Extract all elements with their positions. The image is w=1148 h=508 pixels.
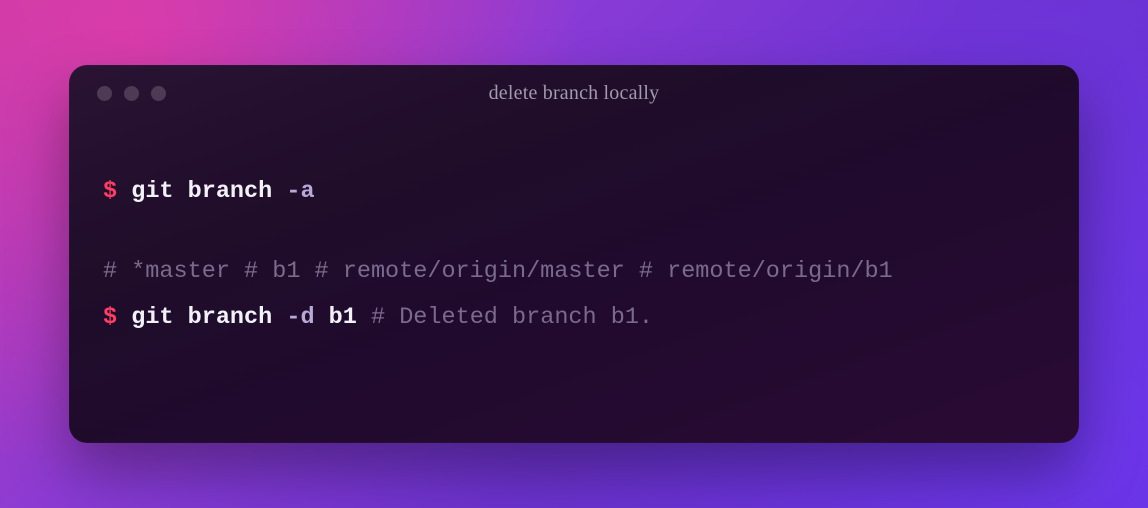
spacer (103, 215, 1045, 249)
window-title: delete branch locally (69, 82, 1079, 105)
terminal-line: $ git branch -a (103, 169, 1045, 215)
command-arg: b1 (315, 304, 357, 331)
terminal-window: delete branch locally $ git branch -a # … (69, 65, 1079, 443)
inline-comment: # Deleted branch b1. (357, 304, 653, 331)
minimize-icon[interactable] (124, 86, 139, 101)
command-text: git branch (131, 178, 286, 205)
background: delete branch locally $ git branch -a # … (0, 0, 1148, 508)
command-flag: -a (286, 178, 314, 205)
traffic-lights (97, 86, 166, 101)
maximize-icon[interactable] (151, 86, 166, 101)
titlebar: delete branch locally (69, 65, 1079, 121)
output-comment: # *master # b1 # remote/origin/master # … (103, 258, 893, 285)
prompt-symbol: $ (103, 304, 117, 331)
terminal-line: # *master # b1 # remote/origin/master # … (103, 249, 1045, 295)
terminal-line: $ git branch -d b1 # Deleted branch b1. (103, 295, 1045, 341)
command-flag: -d (286, 304, 314, 331)
terminal-body: $ git branch -a # *master # b1 # remote/… (69, 121, 1079, 340)
command-text: git branch (131, 304, 286, 331)
close-icon[interactable] (97, 86, 112, 101)
prompt-symbol: $ (103, 178, 117, 205)
